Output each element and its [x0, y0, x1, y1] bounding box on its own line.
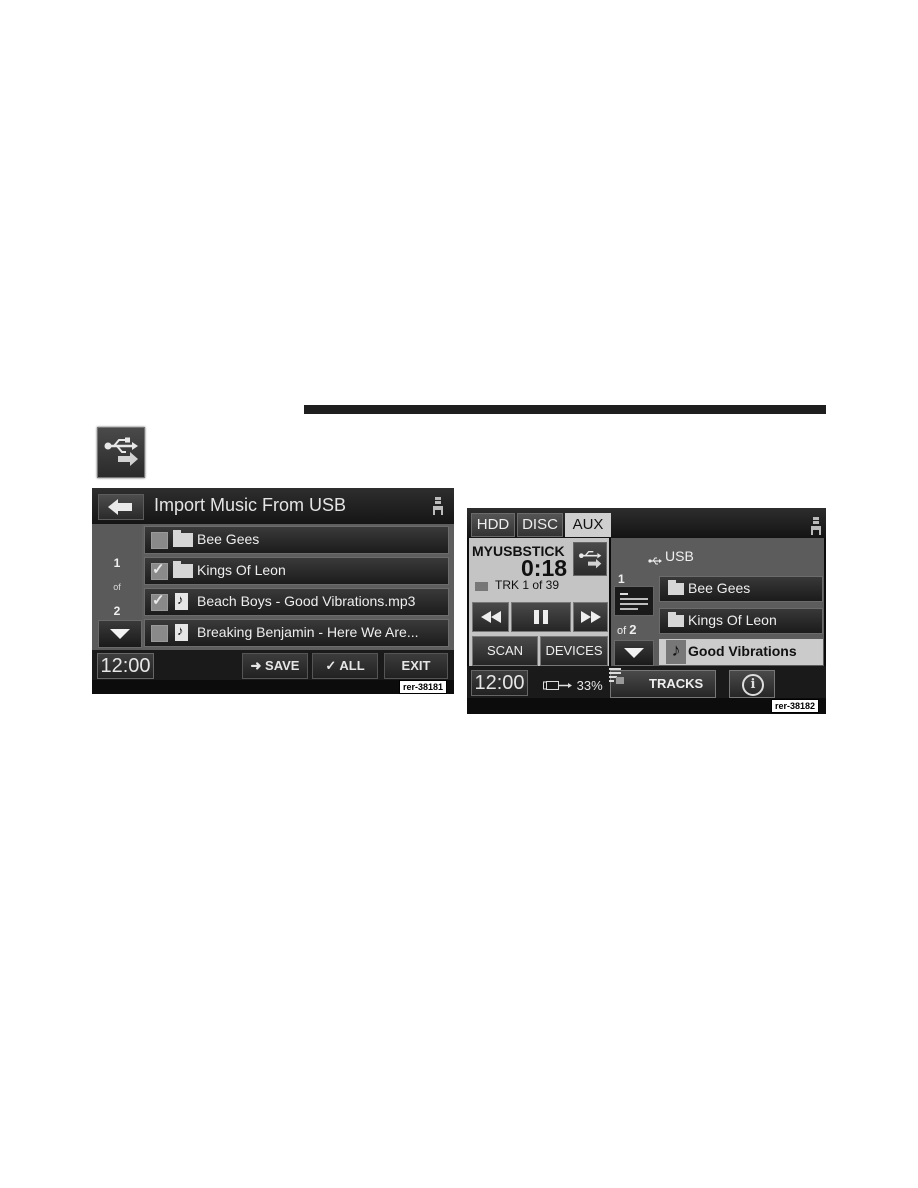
list-item[interactable]: Bee Gees	[659, 576, 823, 602]
list-item[interactable]: ✓ Kings Of Leon	[144, 557, 449, 585]
now-playing-panel: MYUSBSTICK 0:18 TRK 1 of 39 SCAN DEVICES	[469, 538, 609, 666]
track-info: TRK 1 of 39	[495, 578, 560, 592]
folder-icon	[668, 612, 684, 627]
check-icon: ✓	[152, 561, 165, 578]
list-view-button[interactable]	[614, 586, 654, 616]
clock: 12:00	[471, 670, 528, 696]
back-button[interactable]	[98, 494, 144, 520]
section-rule	[304, 405, 826, 414]
page-current: 1	[618, 572, 625, 586]
all-label: ALL	[339, 658, 365, 673]
rewind-icon	[480, 611, 501, 623]
rewind-button[interactable]	[472, 602, 509, 632]
scroll-down-button[interactable]	[614, 640, 654, 666]
check-icon: ✓	[325, 658, 340, 673]
page-total: 2	[629, 622, 637, 637]
source-tabs: HDD DISC AUX	[467, 508, 826, 538]
checkbox[interactable]: ✓	[151, 561, 168, 580]
check-icon: ✓	[152, 592, 165, 609]
pause-button[interactable]	[511, 602, 571, 632]
page-of: of	[113, 582, 121, 592]
list-item[interactable]: ♪ Breaking Benjamin - Here We Are...	[144, 619, 449, 647]
checkbox[interactable]: ✓	[151, 592, 168, 611]
scan-button[interactable]: SCAN	[472, 636, 538, 666]
pause-icon	[534, 610, 548, 624]
fast-forward-button[interactable]	[573, 602, 608, 632]
page-total: 2	[113, 604, 121, 618]
save-label: SAVE	[265, 658, 300, 673]
music-file-icon: ♪	[175, 623, 188, 641]
figure-code: rer-38182	[771, 699, 820, 713]
fast-forward-icon	[580, 611, 601, 623]
item-label: Good Vibrations	[688, 643, 797, 659]
save-button[interactable]: ➜ SAVE	[242, 653, 308, 679]
page-of: of	[617, 625, 627, 637]
music-note-icon: ♪	[666, 640, 686, 664]
tab-hdd[interactable]: HDD	[471, 513, 515, 537]
file-list-area: 1 of 2 Bee Gees ✓ Kings Of Leon ✓ ♪ Beac…	[92, 524, 454, 650]
page-title: Import Music From USB	[154, 495, 347, 515]
import-music-screen: Import Music From USB 1 of 2 Bee Gees ✓ …	[92, 488, 454, 694]
seat-icon	[432, 496, 444, 521]
chevron-down-icon	[110, 629, 130, 639]
info-icon: i	[742, 674, 764, 696]
folder-icon	[668, 580, 684, 595]
item-label: Beach Boys - Good Vibrations.mp3	[197, 593, 416, 609]
back-arrow-icon	[108, 499, 132, 515]
list-item[interactable]: ✓ ♪ Beach Boys - Good Vibrations.mp3	[144, 588, 449, 616]
page-of-total: of 2	[617, 622, 636, 637]
pager: 1 of 2	[92, 524, 142, 650]
item-label: Bee Gees	[688, 580, 751, 596]
usb-import-button[interactable]	[573, 542, 607, 576]
usb-player-screen: HDD DISC AUX MYUSBSTICK 0:18 TRK 1 of 39	[467, 508, 826, 714]
footer-bar: 12:00 33% TRACKS i	[467, 666, 826, 698]
chevron-down-icon	[624, 648, 644, 658]
select-all-button[interactable]: ✓ ALL	[312, 653, 378, 679]
item-label: Kings Of Leon	[688, 612, 777, 628]
footer-bar: 12:00 ➜ SAVE ✓ ALL EXIT	[92, 650, 454, 680]
checkbox[interactable]	[151, 532, 168, 549]
figure-code: rer-38181	[399, 680, 448, 694]
tab-disc[interactable]: DISC	[517, 513, 563, 537]
usb-import-icon	[97, 427, 145, 478]
header-bar: Import Music From USB	[92, 488, 454, 524]
item-label: Breaking Benjamin - Here We Are...	[197, 624, 419, 640]
arrow-right-icon: ➜	[250, 658, 266, 673]
list-item-selected[interactable]: ♪ Good Vibrations	[659, 639, 823, 665]
item-label: Kings Of Leon	[197, 562, 286, 578]
track-list-icon	[609, 668, 624, 684]
exit-button[interactable]: EXIT	[384, 653, 448, 679]
battery-icon	[543, 681, 572, 690]
battery-status: 33%	[543, 678, 603, 693]
clock: 12:00	[97, 653, 154, 679]
folder-icon	[173, 561, 193, 578]
battery-percent: 33%	[576, 678, 603, 693]
browse-panel: USB 1 of 2 Bee Gees Kings Of Leon ♪ Good…	[611, 538, 824, 666]
folder-icon	[173, 530, 193, 547]
music-file-icon: ♪	[175, 592, 188, 610]
usb-icon	[648, 552, 662, 570]
list-item[interactable]: Kings Of Leon	[659, 608, 823, 634]
tab-aux[interactable]: AUX	[565, 513, 611, 537]
item-label: Bee Gees	[197, 531, 260, 547]
list-item[interactable]: Bee Gees	[144, 526, 449, 554]
scroll-down-button[interactable]	[98, 620, 142, 648]
folder-icon	[475, 582, 488, 591]
tracks-button[interactable]: TRACKS	[609, 668, 716, 698]
checkbox[interactable]	[151, 625, 168, 642]
info-button[interactable]: i	[729, 670, 775, 698]
usb-import-icon	[579, 551, 602, 569]
tracks-label: TRACKS	[649, 676, 704, 691]
source-label: USB	[665, 548, 694, 564]
devices-button[interactable]: DEVICES	[540, 636, 608, 666]
page-current: 1	[113, 556, 121, 570]
